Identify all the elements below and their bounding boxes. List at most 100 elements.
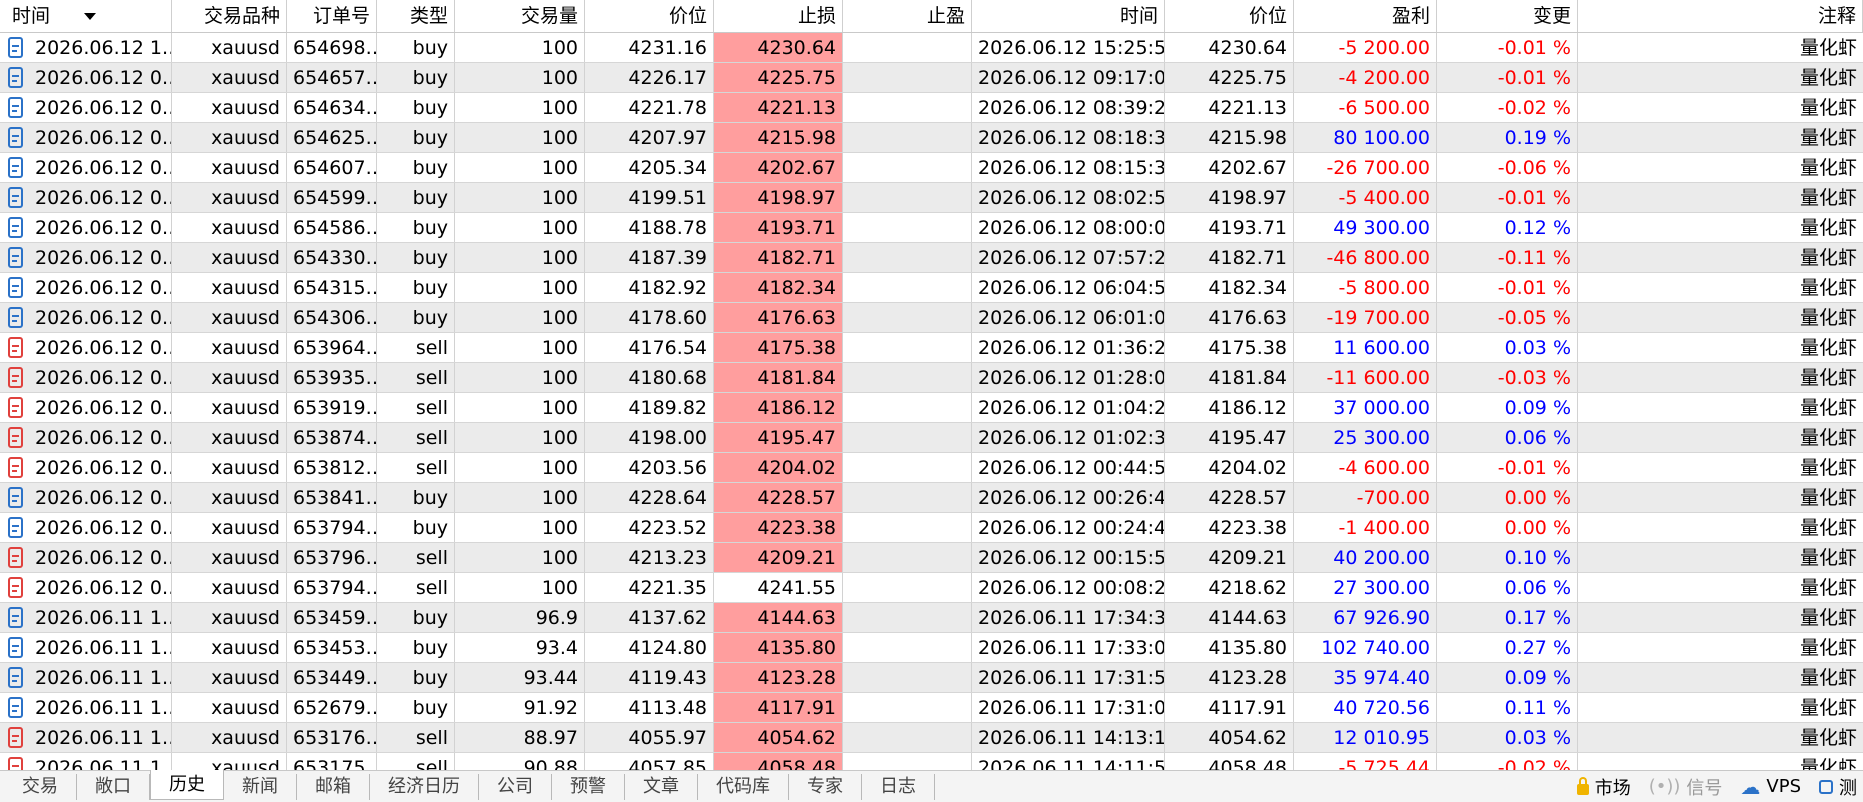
buy-deal-icon [8, 157, 23, 178]
table-row[interactable]: 2026.06.12 0… xauusd 654315… buy 100 4182.92 4… [0, 273, 1863, 303]
cell-tp [843, 153, 972, 182]
cell-sl: 4181.84 [714, 363, 843, 392]
cell-close-time: 2026.06.11 17:31:04 [972, 693, 1165, 722]
col-header-type[interactable]: 类型 [377, 0, 455, 32]
cell-type: buy [377, 63, 455, 92]
cell-symbol: xauusd [172, 93, 287, 122]
table-row[interactable]: 2026.06.12 0… xauusd 654607… buy 100 4205.34 4… [0, 153, 1863, 183]
buy-deal-icon [8, 667, 23, 688]
cell-time: 2026.06.12 0… [0, 483, 172, 512]
table-row[interactable]: 2026.06.12 0… xauusd 654586… buy 100 4188.78 4… [0, 213, 1863, 243]
market-label: 市场 [1594, 777, 1631, 799]
cell-tp [843, 243, 972, 272]
cell-sl: 4175.38 [714, 333, 843, 362]
col-header-order[interactable]: 订单号 [287, 0, 377, 32]
cell-type: buy [377, 243, 455, 272]
cell-volume: 100 [455, 483, 585, 512]
cell-sl: 4186.12 [714, 393, 843, 422]
cell-symbol: xauusd [172, 423, 287, 452]
col-header-profit[interactable]: 盈利 [1294, 0, 1437, 32]
market-status[interactable]: 市场 [1576, 774, 1631, 800]
col-header-volume[interactable]: 交易量 [455, 0, 585, 32]
col-header-symbol[interactable]: 交易品种 [172, 0, 287, 32]
cell-time-text: 2026.06.12 0… [35, 576, 172, 599]
cell-price: 4199.51 [585, 183, 714, 212]
col-header-change[interactable]: 变更 [1437, 0, 1578, 32]
cell-volume: 100 [455, 423, 585, 452]
cell-order: 653919… [287, 393, 377, 422]
cell-volume: 100 [455, 513, 585, 542]
cell-order: 653453… [287, 633, 377, 662]
tab-10[interactable]: 专家 [789, 773, 862, 800]
tab-9[interactable]: 代码库 [698, 773, 789, 800]
cell-tp [843, 393, 972, 422]
table-row[interactable]: 2026.06.12 1… xauusd 654698… buy 100 4231.16 4… [0, 33, 1863, 63]
cell-type: sell [377, 723, 455, 752]
buy-deal-icon [8, 67, 23, 88]
tester-status[interactable]: 测 [1819, 774, 1857, 800]
table-row[interactable]: 2026.06.12 0… xauusd 654625… buy 100 4207.97 4… [0, 123, 1863, 153]
tab-8[interactable]: 文章 [625, 773, 698, 800]
vps-status[interactable]: ☁ VPS [1740, 775, 1801, 799]
buy-deal-icon [8, 637, 23, 658]
cell-close-time: 2026.06.12 01:28:01 [972, 363, 1165, 392]
signal-status[interactable]: (•)) 信号 [1649, 774, 1723, 800]
table-row[interactable]: 2026.06.12 0… xauusd 654330… buy 100 4187.39 4… [0, 243, 1863, 273]
tab-0[interactable]: 交易 [4, 773, 77, 800]
table-row[interactable]: 2026.06.12 0… xauusd 653964… sell 100 4176.54… [0, 333, 1863, 363]
cell-time-text: 2026.06.12 0… [35, 366, 172, 389]
col-header-sl[interactable]: 止损 [714, 0, 843, 32]
col-header-time[interactable]: 时间 [0, 0, 172, 32]
cell-volume: 100 [455, 543, 585, 572]
cell-sl: 4202.67 [714, 153, 843, 182]
table-row[interactable]: 2026.06.12 0… xauusd 654599… buy 100 4199.51 4… [0, 183, 1863, 213]
table-row[interactable]: 2026.06.11 1… xauusd 653449… buy 93.44 4119.4… [0, 663, 1863, 693]
cell-symbol: xauusd [172, 243, 287, 272]
table-row[interactable]: 2026.06.11 1… xauusd 653453… buy 93.4 4124.80… [0, 633, 1863, 663]
col-header-close-time[interactable]: 时间 [972, 0, 1165, 32]
cell-symbol: xauusd [172, 63, 287, 92]
cell-symbol: xauusd [172, 543, 287, 572]
cell-symbol: xauusd [172, 393, 287, 422]
table-row[interactable]: 2026.06.12 0… xauusd 654634… buy 100 4221.78 4… [0, 93, 1863, 123]
tab-7[interactable]: 预警 [552, 773, 625, 800]
buy-deal-icon [8, 277, 23, 298]
table-row[interactable]: 2026.06.12 0… xauusd 653794… sell 100 4221.35… [0, 573, 1863, 603]
table-row[interactable]: 2026.06.12 0… xauusd 653796… sell 100 4213.23… [0, 543, 1863, 573]
cell-profit: 25 300.00 [1294, 423, 1437, 452]
cell-tp [843, 663, 972, 692]
table-row[interactable]: 2026.06.11 1… xauusd 653176… sell 88.97 4055.… [0, 723, 1863, 753]
tab-4[interactable]: 邮箱 [297, 773, 370, 800]
col-header-comment[interactable]: 注释 [1578, 0, 1863, 32]
tab-2[interactable]: 历史 [150, 770, 224, 800]
cell-tp [843, 573, 972, 602]
table-row[interactable]: 2026.06.12 0… xauusd 654306… buy 100 4178.60 4… [0, 303, 1863, 333]
cell-price: 4198.00 [585, 423, 714, 452]
col-header-close-price[interactable]: 价位 [1165, 0, 1294, 32]
table-row[interactable]: 2026.06.12 0… xauusd 653919… sell 100 4189.82… [0, 393, 1863, 423]
cell-close-price: 4228.57 [1165, 483, 1294, 512]
sell-deal-icon [8, 367, 23, 388]
col-header-tp[interactable]: 止盈 [843, 0, 972, 32]
tab-6[interactable]: 公司 [479, 773, 552, 800]
table-row[interactable]: 2026.06.12 0… xauusd 653935… sell 100 4180.68… [0, 363, 1863, 393]
cell-comment: 量化虾 [1799, 577, 1857, 599]
table-row[interactable]: 2026.06.11 1… xauusd 653459… buy 96.9 4137.62… [0, 603, 1863, 633]
cell-profit: 80 100.00 [1294, 123, 1437, 152]
cell-symbol: xauusd [172, 573, 287, 602]
tab-1[interactable]: 敞口 [77, 773, 150, 800]
sell-deal-icon [8, 547, 23, 568]
table-row[interactable]: 2026.06.12 0… xauusd 653841… buy 100 4228.64 4… [0, 483, 1863, 513]
table-row[interactable]: 2026.06.12 0… xauusd 653874… sell 100 4198.00… [0, 423, 1863, 453]
cell-time: 2026.06.12 0… [0, 363, 172, 392]
table-row[interactable]: 2026.06.12 0… xauusd 654657… buy 100 4226.17 4… [0, 63, 1863, 93]
cell-symbol: xauusd [172, 333, 287, 362]
table-row[interactable]: 2026.06.11 1… xauusd 652679… buy 91.92 4113.4… [0, 693, 1863, 723]
cell-order: 654657… [287, 63, 377, 92]
table-row[interactable]: 2026.06.12 0… xauusd 653794… buy 100 4223.52 4… [0, 513, 1863, 543]
col-header-price[interactable]: 价位 [585, 0, 714, 32]
table-row[interactable]: 2026.06.12 0… xauusd 653812… sell 100 4203.56… [0, 453, 1863, 483]
tab-3[interactable]: 新闻 [224, 773, 297, 800]
tab-5[interactable]: 经济日历 [370, 773, 479, 800]
tab-11[interactable]: 日志 [862, 773, 935, 800]
